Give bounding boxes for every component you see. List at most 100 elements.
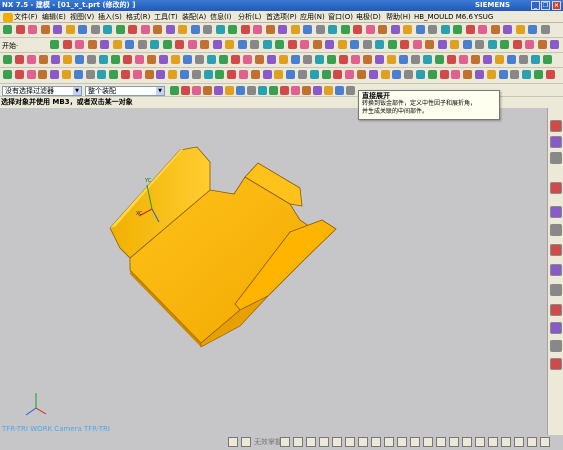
sheet-metal-tool-icon[interactable] — [156, 70, 166, 79]
snap-tool-icon[interactable] — [214, 86, 223, 95]
menu-view[interactable]: 视图(V) — [70, 12, 94, 22]
curve-tool-icon[interactable] — [459, 55, 468, 64]
sheet-metal-tool-icon[interactable] — [180, 70, 189, 79]
standard-tool-icon[interactable] — [140, 25, 150, 34]
sheet-metal-tool-icon[interactable] — [227, 70, 237, 79]
resource-tab-icon[interactable] — [550, 206, 562, 218]
standard-tool-icon[interactable] — [415, 25, 425, 34]
snap-point-icon[interactable] — [501, 437, 511, 447]
menu-application[interactable]: 应用(N) — [300, 12, 325, 22]
feature-tool-icon[interactable] — [462, 40, 472, 49]
resource-tab-icon[interactable] — [550, 284, 562, 296]
menu-tools[interactable]: 工具(T) — [154, 12, 178, 22]
standard-tool-icon[interactable] — [115, 25, 125, 34]
resource-tab-icon[interactable] — [550, 244, 562, 256]
sheet-metal-tool-icon[interactable] — [50, 70, 60, 79]
curve-tool-icon[interactable] — [87, 55, 96, 64]
standard-tool-icon[interactable] — [28, 25, 37, 34]
curve-tool-icon[interactable] — [447, 55, 456, 64]
snap-point-icon[interactable] — [384, 437, 394, 447]
feature-tool-icon[interactable] — [362, 40, 372, 49]
standard-tool-icon[interactable] — [353, 25, 362, 34]
menu-analysis[interactable]: 分析(L) — [238, 12, 261, 22]
sheet-metal-tool-icon[interactable] — [357, 70, 366, 79]
sheet-metal-tool-icon[interactable] — [463, 70, 473, 79]
curve-tool-icon[interactable] — [147, 55, 156, 64]
snap-point-icon[interactable] — [527, 437, 537, 447]
feature-tool-icon[interactable] — [475, 40, 484, 49]
feature-tool-icon[interactable] — [512, 40, 522, 49]
feature-tool-icon[interactable] — [287, 40, 297, 49]
curve-tool-icon[interactable] — [327, 55, 336, 64]
sheet-metal-tool-icon[interactable] — [427, 70, 437, 79]
feature-tool-icon[interactable] — [550, 40, 559, 49]
snap-tool-icon[interactable] — [236, 86, 245, 95]
feature-tool-icon[interactable] — [450, 40, 459, 49]
feature-tool-icon[interactable] — [425, 40, 434, 49]
standard-tool-icon[interactable] — [215, 25, 225, 34]
sheet-metal-tool-icon[interactable] — [380, 70, 390, 79]
feature-tool-icon[interactable] — [87, 40, 97, 49]
feature-tool-icon[interactable] — [187, 40, 197, 49]
resource-tab-icon[interactable] — [550, 182, 562, 194]
feature-tool-icon[interactable] — [350, 40, 359, 49]
snap-tool-icon[interactable] — [258, 86, 267, 95]
part-model[interactable]: YC XC — [0, 108, 547, 435]
sheet-metal-tool-icon[interactable] — [203, 70, 213, 79]
curve-tool-icon[interactable] — [375, 55, 384, 64]
feature-tool-icon[interactable] — [112, 40, 122, 49]
sheet-metal-tool-icon[interactable] — [62, 70, 71, 79]
sheet-metal-tool-icon[interactable] — [97, 70, 107, 79]
curve-tool-icon[interactable] — [51, 55, 60, 64]
curve-tool-icon[interactable] — [483, 55, 492, 64]
menu-information[interactable]: 信息(I) — [210, 12, 232, 22]
standard-tool-icon[interactable] — [453, 25, 462, 34]
standard-tool-icon[interactable] — [178, 25, 187, 34]
snap-tool-icon[interactable] — [192, 86, 201, 95]
sheet-metal-tool-icon[interactable] — [3, 70, 12, 79]
minimize-button[interactable]: _ — [531, 1, 540, 10]
curve-tool-icon[interactable] — [27, 55, 36, 64]
feature-tool-icon[interactable] — [162, 40, 172, 49]
sheet-metal-tool-icon[interactable] — [239, 70, 248, 79]
feature-tool-icon[interactable] — [275, 40, 284, 49]
feature-tool-icon[interactable] — [387, 40, 397, 49]
sheet-metal-tool-icon[interactable] — [14, 70, 24, 79]
standard-tool-icon[interactable] — [403, 25, 412, 34]
sheet-metal-tool-icon[interactable] — [286, 70, 296, 79]
standard-tool-icon[interactable] — [240, 25, 250, 34]
curve-tool-icon[interactable] — [351, 55, 360, 64]
curve-tool-icon[interactable] — [423, 55, 432, 64]
sheet-metal-tool-icon[interactable] — [510, 70, 520, 79]
feature-tool-icon[interactable] — [262, 40, 272, 49]
feature-tool-icon[interactable] — [537, 40, 547, 49]
standard-tool-icon[interactable] — [3, 25, 12, 34]
curve-tool-icon[interactable] — [507, 55, 516, 64]
curve-tool-icon[interactable] — [519, 55, 528, 64]
curve-tool-icon[interactable] — [3, 55, 12, 64]
feature-tool-icon[interactable] — [300, 40, 309, 49]
curve-tool-icon[interactable] — [75, 55, 84, 64]
snap-tool-icon[interactable] — [346, 86, 355, 95]
snap-point-icon[interactable] — [345, 437, 355, 447]
snap-tool-icon[interactable] — [225, 86, 234, 95]
sheet-metal-tool-icon[interactable] — [368, 70, 378, 79]
feature-tool-icon[interactable] — [487, 40, 497, 49]
curve-tool-icon[interactable] — [291, 55, 300, 64]
standard-tool-icon[interactable] — [40, 25, 50, 34]
standard-tool-icon[interactable] — [503, 25, 512, 34]
sheet-metal-tool-icon[interactable] — [345, 70, 355, 79]
curve-tool-icon[interactable] — [363, 55, 372, 64]
standard-tool-icon[interactable] — [78, 25, 87, 34]
sheet-metal-tool-icon[interactable] — [545, 70, 555, 79]
close-button[interactable]: × — [552, 1, 561, 10]
snap-tool-icon[interactable] — [335, 86, 344, 95]
curve-tool-icon[interactable] — [171, 55, 180, 64]
snap-tool-icon[interactable] — [170, 86, 179, 95]
curve-tool-icon[interactable] — [15, 55, 24, 64]
sheet-metal-tool-icon[interactable] — [416, 70, 425, 79]
sheet-metal-tool-icon[interactable] — [215, 70, 225, 79]
standard-tool-icon[interactable] — [153, 25, 162, 34]
feature-tool-icon[interactable] — [100, 40, 109, 49]
snap-point-icon[interactable] — [410, 437, 420, 447]
